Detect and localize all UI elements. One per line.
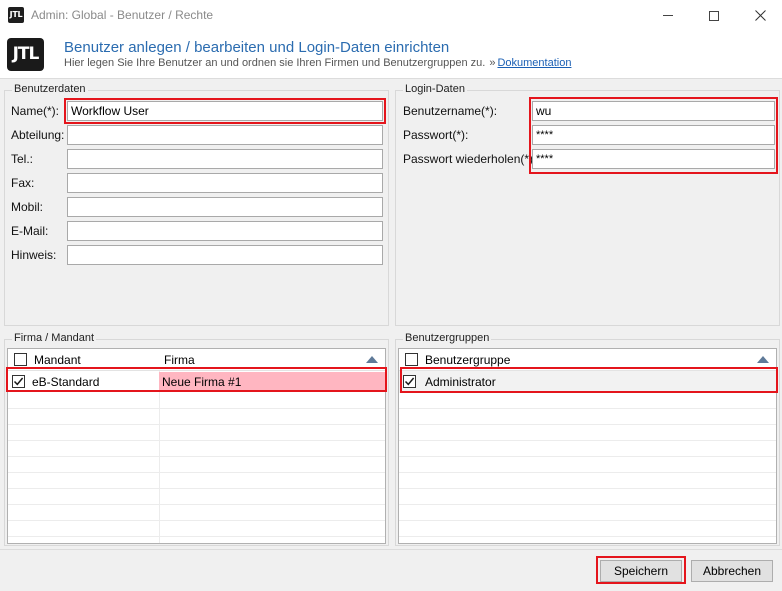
- abteilung-label: Abteilung:: [11, 128, 65, 142]
- table-row[interactable]: eB-Standard Neue Firma #1: [8, 371, 385, 393]
- checkmark-icon: [404, 377, 415, 386]
- firma-empty-row: [8, 425, 385, 441]
- row-checkbox[interactable]: [12, 375, 25, 388]
- title-bar: JTL Admin: Global - Benutzer / Rechte: [0, 0, 782, 31]
- firma-empty-row: [8, 393, 385, 409]
- login-daten-title: Login-Daten: [403, 83, 467, 95]
- gruppen-empty-row: [399, 457, 776, 473]
- name-field[interactable]: [67, 101, 383, 121]
- gruppen-empty-row: [399, 441, 776, 457]
- firma-mandant-title: Firma / Mandant: [12, 332, 97, 344]
- app-logo-icon: JTL: [8, 7, 24, 23]
- gruppen-empty-row: [399, 505, 776, 521]
- tel-label: Tel.:: [11, 152, 34, 166]
- benutzergruppen-title: Benutzergruppen: [403, 332, 492, 344]
- gruppen-empty-row: [399, 521, 776, 537]
- abteilung-field[interactable]: [67, 125, 383, 145]
- save-button[interactable]: Speichern: [600, 560, 682, 582]
- maximize-button[interactable]: [691, 0, 737, 31]
- page-subtitle: Hier legen Sie Ihre Benutzer an und ordn…: [64, 57, 571, 69]
- name-label: Name(*):: [11, 104, 60, 118]
- email-label: E-Mail:: [11, 224, 49, 238]
- close-icon: [754, 10, 766, 21]
- passwort-field[interactable]: [532, 125, 775, 145]
- gruppen-empty-row: [399, 489, 776, 505]
- firma-empty-row: [8, 521, 385, 537]
- firma-empty-row: [8, 473, 385, 489]
- documentation-link[interactable]: Dokumentation: [497, 57, 571, 69]
- email-field[interactable]: [67, 221, 383, 241]
- window-title: Admin: Global - Benutzer / Rechte: [31, 8, 214, 22]
- mobil-label: Mobil:: [11, 200, 44, 214]
- passwort-wiederholen-field[interactable]: [532, 149, 775, 169]
- table-row[interactable]: Administrator: [399, 371, 776, 393]
- benutzergruppe-cell: Administrator: [425, 375, 496, 389]
- footer-separator: [0, 549, 782, 550]
- gruppen-empty-row: [399, 409, 776, 425]
- jtl-logo: JTL: [7, 38, 44, 71]
- fax-field[interactable]: [67, 173, 383, 193]
- page-title: Benutzer anlegen / bearbeiten und Login-…: [64, 39, 450, 56]
- select-all-gruppen-checkbox[interactable]: [405, 353, 418, 366]
- firma-empty-row: [8, 489, 385, 505]
- gruppen-grid-header: Benutzergruppe: [399, 349, 776, 371]
- mandant-column-header[interactable]: Mandant: [34, 353, 81, 367]
- cancel-button[interactable]: Abbrechen: [691, 560, 773, 582]
- passwort-wiederholen-label: Passwort wiederholen(*):: [403, 152, 537, 166]
- minimize-icon: [663, 15, 673, 16]
- gruppen-empty-row: [399, 473, 776, 489]
- page-header: JTL Benutzer anlegen / bearbeiten und Lo…: [0, 31, 782, 79]
- firma-column-header[interactable]: Firma: [164, 353, 195, 367]
- benutzername-field[interactable]: [532, 101, 775, 121]
- hinweis-field[interactable]: [67, 245, 383, 265]
- firma-empty-row: [8, 441, 385, 457]
- minimize-button[interactable]: [645, 0, 691, 31]
- checkmark-icon: [13, 377, 24, 386]
- firma-empty-row: [8, 409, 385, 425]
- firma-grid: Mandant Firma eB-Standard Neue Firma #1: [7, 348, 386, 544]
- passwort-label: Passwort(*):: [403, 128, 469, 142]
- benutzerdaten-title: Benutzerdaten: [12, 83, 88, 95]
- sort-ascending-icon[interactable]: [757, 356, 769, 363]
- row-checkbox[interactable]: [403, 375, 416, 388]
- benutzername-label: Benutzername(*):: [403, 104, 498, 118]
- firma-empty-row: [8, 457, 385, 473]
- firma-cell[interactable]: Neue Firma #1: [159, 372, 385, 391]
- close-button[interactable]: [737, 0, 782, 31]
- maximize-icon: [709, 10, 719, 21]
- firma-grid-header: Mandant Firma: [8, 349, 385, 371]
- benutzergruppen-grid: Benutzergruppe Administrator: [398, 348, 777, 544]
- fax-label: Fax:: [11, 176, 35, 190]
- mobil-field[interactable]: [67, 197, 383, 217]
- subtitle-text: Hier legen Sie Ihre Benutzer an und ordn…: [64, 57, 486, 69]
- benutzergruppe-column-header[interactable]: Benutzergruppe: [425, 353, 510, 367]
- gruppen-empty-row: [399, 393, 776, 409]
- firma-cell-text: Neue Firma #1: [162, 375, 242, 389]
- mandant-cell: eB-Standard: [32, 375, 100, 389]
- select-all-mandant-checkbox[interactable]: [14, 353, 27, 366]
- hinweis-label: Hinweis:: [11, 248, 57, 262]
- link-arrow: »: [489, 57, 496, 69]
- sort-ascending-icon[interactable]: [366, 356, 378, 363]
- firma-empty-row: [8, 505, 385, 521]
- gruppen-empty-row: [399, 425, 776, 441]
- tel-field[interactable]: [67, 149, 383, 169]
